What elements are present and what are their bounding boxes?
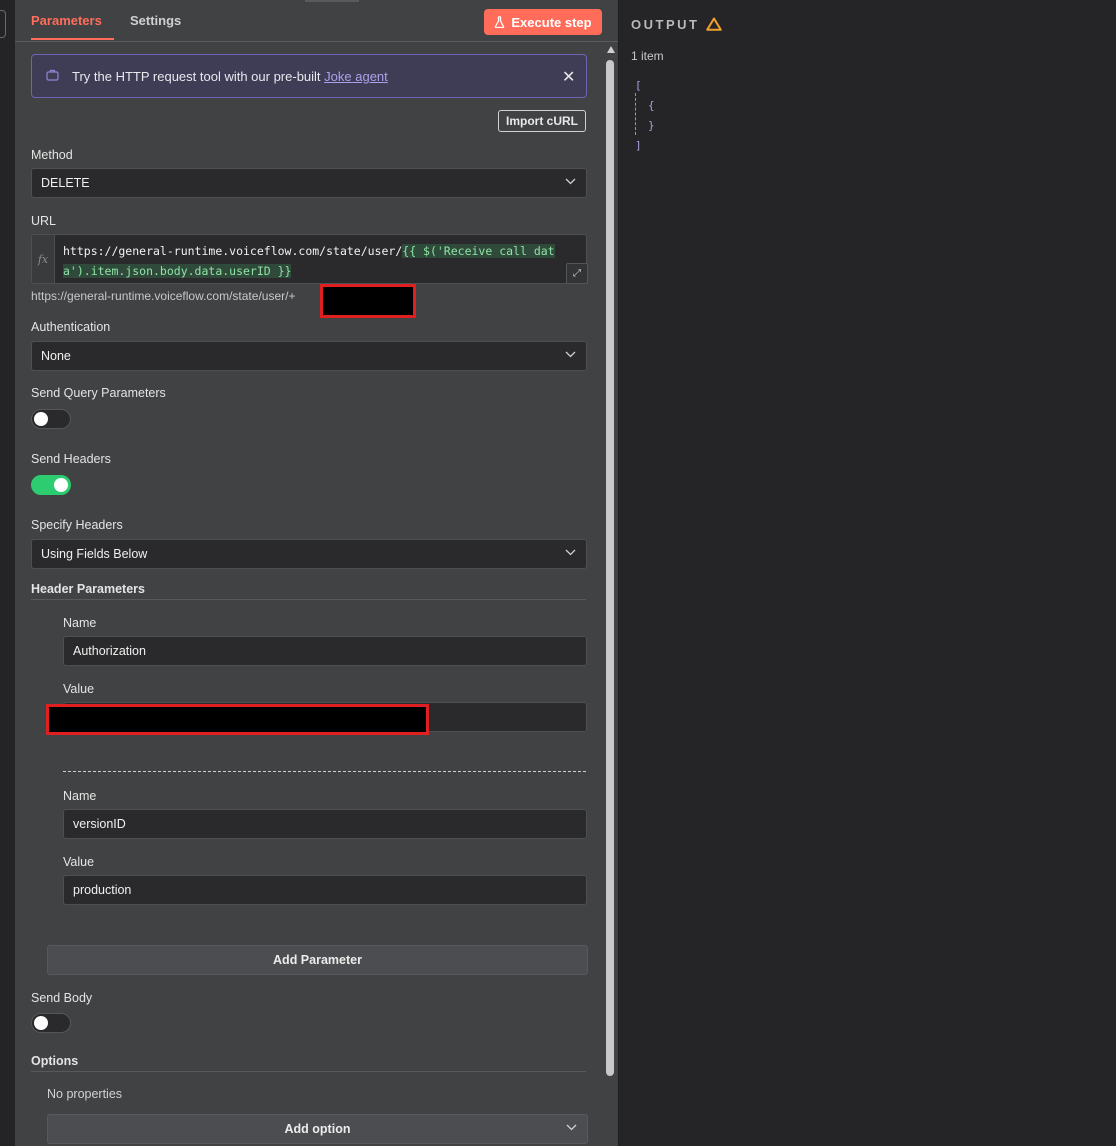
- header-2-name-input[interactable]: versionID: [63, 809, 587, 839]
- header-1-name-value: Authorization: [73, 644, 146, 658]
- send-headers-label: Send Headers: [31, 452, 111, 466]
- panel-tabs: Parameters Settings Execute step: [15, 0, 618, 42]
- scroll-up-arrow-icon[interactable]: [607, 46, 615, 53]
- joke-agent-link[interactable]: Joke agent: [324, 69, 388, 84]
- specify-headers-select[interactable]: Using Fields Below: [31, 539, 587, 569]
- parameters-panel: Parameters Settings Execute step Try the…: [15, 0, 618, 1146]
- url-label: URL: [31, 214, 57, 228]
- authentication-label: Authentication: [31, 320, 111, 334]
- url-code[interactable]: https://general-runtime.voiceflow.com/st…: [63, 241, 578, 281]
- json-line: }: [648, 119, 655, 132]
- header-2-value-label: Value: [63, 855, 95, 869]
- header-1-value-label: Value: [63, 682, 95, 696]
- tab-parameters[interactable]: Parameters: [31, 13, 102, 28]
- fx-icon: fx: [32, 235, 55, 283]
- specify-headers-value: Using Fields Below: [41, 547, 148, 561]
- banner-text: Try the HTTP request tool with our pre-b…: [72, 69, 388, 84]
- header-1-name-label: Name: [63, 616, 97, 630]
- header-parameters-label: Header Parameters: [31, 582, 145, 596]
- send-body-toggle[interactable]: [31, 1013, 71, 1033]
- method-select[interactable]: DELETE: [31, 168, 587, 198]
- execute-step-button[interactable]: Execute step: [484, 9, 602, 35]
- redacted-block: [46, 704, 429, 735]
- output-json: [ { } ]: [635, 76, 655, 156]
- authentication-value: None: [41, 349, 71, 363]
- send-headers-toggle[interactable]: [31, 475, 71, 495]
- briefcase-icon: [46, 69, 59, 81]
- header-2-value-input[interactable]: production: [63, 875, 587, 905]
- send-body-label: Send Body: [31, 991, 93, 1005]
- header-2-name-value: versionID: [73, 817, 126, 831]
- flask-icon: [495, 16, 505, 28]
- toggle-knob: [34, 412, 48, 426]
- section-divider: [31, 1071, 586, 1072]
- url-static-part: https://general-runtime.voiceflow.com/st…: [63, 244, 403, 258]
- output-item-count: 1 item: [631, 49, 664, 63]
- no-properties-text: No properties: [47, 1087, 123, 1101]
- json-indent-guide: [635, 93, 636, 135]
- warning-icon: [706, 17, 722, 31]
- url-expression-field[interactable]: fx https://general-runtime.voiceflow.com…: [31, 234, 588, 284]
- options-label: Options: [31, 1054, 79, 1068]
- tab-settings[interactable]: Settings: [130, 13, 181, 28]
- json-line: {: [648, 99, 655, 112]
- send-query-label: Send Query Parameters: [31, 386, 166, 400]
- add-option-button[interactable]: Add option: [47, 1114, 588, 1144]
- banner-message: Try the HTTP request tool with our pre-b…: [72, 69, 325, 84]
- specify-headers-label: Specify Headers: [31, 518, 123, 532]
- scroll-thumb[interactable]: [606, 60, 614, 1076]
- add-parameter-button[interactable]: Add Parameter: [47, 945, 588, 975]
- toggle-knob: [34, 1016, 48, 1030]
- chevron-down-icon: [566, 1124, 577, 1131]
- section-divider: [31, 599, 586, 600]
- header-2-value: production: [73, 883, 132, 897]
- header-2-name-label: Name: [63, 789, 97, 803]
- scrollbar[interactable]: [604, 42, 618, 1146]
- json-line: ]: [635, 139, 642, 152]
- execute-step-label: Execute step: [511, 14, 592, 30]
- expand-editor-icon[interactable]: ⤢: [566, 263, 588, 284]
- url-preview: https://general-runtime.voiceflow.com/st…: [31, 289, 296, 303]
- redacted-block: [320, 284, 416, 318]
- close-icon[interactable]: ✕: [562, 67, 575, 87]
- info-banner: Try the HTTP request tool with our pre-b…: [31, 54, 587, 98]
- collapsed-panel-handle[interactable]: [0, 10, 6, 38]
- toggle-knob: [54, 478, 68, 492]
- output-panel: OUTPUT 1 item [ { } ]: [619, 0, 1116, 1146]
- header-separator: [63, 771, 586, 772]
- output-title: OUTPUT: [631, 17, 700, 32]
- json-line: [: [635, 79, 642, 92]
- chevron-down-icon: [565, 549, 576, 556]
- import-curl-button[interactable]: Import cURL: [498, 110, 586, 132]
- method-value: DELETE: [41, 176, 90, 190]
- active-tab-indicator: [31, 38, 114, 40]
- authentication-select[interactable]: None: [31, 341, 587, 371]
- method-label: Method: [31, 148, 73, 162]
- left-collapsed-strip: [0, 0, 15, 1146]
- chevron-down-icon: [565, 178, 576, 185]
- add-option-label: Add option: [284, 1122, 351, 1136]
- send-query-toggle[interactable]: [31, 409, 71, 429]
- header-1-name-input[interactable]: Authorization: [63, 636, 587, 666]
- chevron-down-icon: [565, 351, 576, 358]
